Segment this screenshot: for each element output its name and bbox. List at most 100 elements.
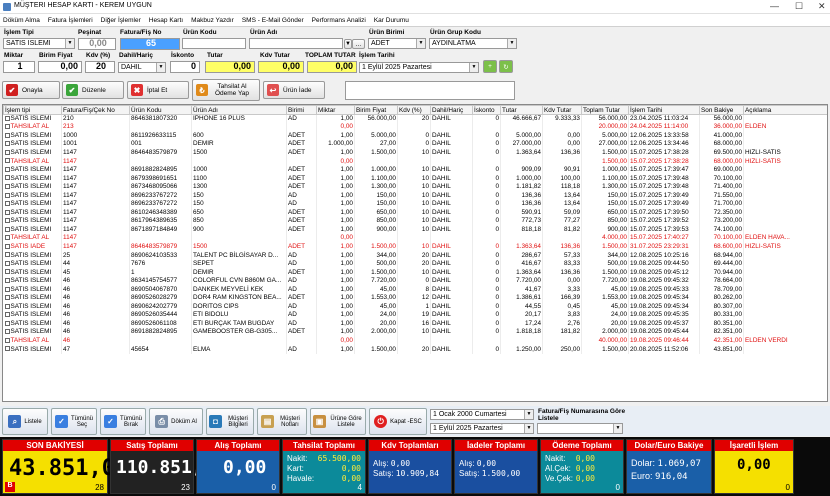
column-header[interactable]: Birimi	[286, 105, 317, 115]
urun-grup-select[interactable]: AYDINLATMA ▼	[429, 38, 517, 49]
table-row[interactable]: TAHSILAT AL 213 0,00 20.000,00 24.04.2025 11…	[3, 123, 827, 132]
transactions-table[interactable]: İşlem tipi Fatura/Fiş/Çek No Ürün Kodu Ürün…	[2, 104, 828, 402]
tumunu-sec-button[interactable]: ✓ Tümünü Seç	[51, 408, 97, 435]
onayla-button[interactable]: ✔ Onayla	[2, 81, 60, 99]
table-row[interactable]: TAHSILAT AL 1147 0,00 1.500,00 15.07.2025 17…	[3, 157, 827, 166]
table-row[interactable]: SATIS ISLEMI 1147 8646483579879 1500 ADET 1,0…	[3, 148, 827, 158]
column-header[interactable]: İşlem Tarihi	[628, 105, 700, 115]
menu-makbuz-yazdir[interactable]: Makbuz Yazdır	[191, 17, 234, 24]
row-checkbox[interactable]	[4, 277, 10, 283]
menu-fatura-islemleri[interactable]: Fatura İşlemleri	[48, 17, 93, 24]
row-checkbox[interactable]	[4, 337, 10, 343]
row-checkbox[interactable]	[4, 201, 10, 207]
table-row[interactable]: SATIS ISLEMI 1147 8617964389635 850 ADET 1,00…	[3, 217, 827, 226]
islem-tarihi-picker[interactable]: 1 Eylül 2025 Pazartesi ▼	[359, 62, 479, 73]
row-checkbox[interactable]	[4, 252, 10, 258]
tumunu-birak-button[interactable]: ✓ Tümünü Bırak	[100, 408, 146, 435]
fatura-no-input[interactable]: 65	[120, 38, 180, 50]
dahil-select[interactable]: DAHIL ▼	[118, 62, 166, 73]
menu-performans[interactable]: Performans Analizi	[312, 17, 366, 24]
table-row[interactable]: SATIS ISLEMI 1147 8610246348389 650 ADET 1,00…	[3, 208, 827, 218]
menu-dokum-alma[interactable]: Döküm Alma	[3, 17, 40, 24]
table-row[interactable]: SATIS ISLEMI 46 8634145754577 COLORFUL CVN …	[3, 276, 827, 286]
column-header[interactable]: Açıklama	[743, 105, 827, 115]
row-checkbox[interactable]	[4, 226, 10, 232]
row-checkbox[interactable]	[4, 303, 10, 309]
menu-diger-islemler[interactable]: Diğer İşlemler	[101, 17, 141, 24]
table-row[interactable]: SATIS ISLEMI 1001 001 DEMIR ADET 1.000,00 27,0…	[3, 140, 827, 149]
duzenle-button[interactable]: ✔ Düzenle	[62, 81, 124, 99]
notes-field[interactable]	[345, 81, 515, 100]
row-checkbox[interactable]	[4, 166, 10, 172]
maximize-icon[interactable]: ☐	[795, 1, 803, 12]
table-row[interactable]: SATIS ISLEMI 46 8690624202779 DORITOS CİPS A…	[3, 302, 827, 312]
column-header[interactable]: Son Bakiye	[699, 105, 744, 115]
column-header[interactable]: Dahil/Hariç	[430, 105, 473, 115]
table-row[interactable]: SATIS ISLEMI 46 8690526035444 ETİ BİDOLU AD 1…	[3, 311, 827, 320]
row-checkbox[interactable]	[4, 158, 10, 164]
table-row[interactable]: SATIS ISLEMI 46 8690526028279 DOR4 RAM KİNG…	[3, 293, 827, 303]
add-icon[interactable]: +	[483, 60, 497, 73]
miktar-input[interactable]: 1	[3, 61, 35, 73]
table-row[interactable]: SATIS ISLEMI 210 8646381807320 IPHONE 16 PL…	[3, 114, 827, 124]
column-header[interactable]: İskonto	[472, 105, 501, 115]
table-row[interactable]: SATIS ISLEMI 1147 8691882824895 1000 ADET 1,0…	[3, 165, 827, 175]
row-checkbox[interactable]	[4, 115, 10, 121]
musteri-bilgileri-button[interactable]: ◘ Müşteri Bilgileri	[206, 408, 254, 435]
table-row[interactable]: SATIS ISLEMI 46 8690526061108 ETİ BURÇAK TA…	[3, 319, 827, 329]
menu-kar-durumu[interactable]: Kar Durumu	[374, 17, 409, 24]
row-checkbox[interactable]	[4, 260, 10, 266]
column-header[interactable]: İşlem tipi	[3, 105, 62, 115]
fatura-gore-select[interactable]: ▼	[537, 423, 623, 434]
row-checkbox[interactable]	[4, 218, 10, 224]
urun-kodu-input[interactable]	[182, 38, 246, 49]
table-row[interactable]: SATIS ISLEMI 1000 8611926633115 600 ADET 1,00…	[3, 131, 827, 141]
urun-adi-input[interactable]	[249, 38, 343, 49]
row-checkbox[interactable]	[4, 183, 10, 189]
column-header[interactable]: Kdv (%)	[397, 105, 431, 115]
end-date-picker[interactable]: 1 Eylül 2025 Pazartesi ▼	[430, 423, 534, 434]
dokum-al-button[interactable]: ⎙ Döküm Al	[149, 408, 203, 435]
urun-birimi-select[interactable]: ADET ▼	[368, 38, 426, 49]
row-checkbox[interactable]	[4, 149, 10, 155]
column-header[interactable]: Kdv Tutar	[542, 105, 582, 115]
table-row[interactable]: SATIS ISLEMI 25 8690624103533 TALENT PC BİL…	[3, 251, 827, 260]
table-row[interactable]: SATIS ISLEMI 1147 8696233767272 150 AD 1,00 15…	[3, 199, 827, 209]
table-row[interactable]: SATIS ISLEMI 45 1 DEMIR ADET 1,00 1.500,00 10 DA…	[3, 268, 827, 277]
column-header[interactable]: Toplam Tutar	[581, 105, 629, 115]
close-icon[interactable]: ✕	[818, 1, 826, 12]
column-header[interactable]: Ürün Kodu	[129, 105, 192, 115]
row-checkbox[interactable]	[4, 132, 10, 138]
column-header[interactable]: Ürün Adı	[191, 105, 287, 115]
urun-iade-button[interactable]: ↩ Ürün İade	[263, 81, 325, 99]
table-row[interactable]: SATIS ISLEMI 47 45654 ELMA AD 1,00 1.500,00 20 D…	[3, 345, 827, 354]
table-row[interactable]: SATIS ISLEMI 1147 8671897184849 900 ADET 1,00…	[3, 225, 827, 235]
kapat-button[interactable]: ⏻ Kapat -ESC	[369, 408, 427, 435]
browse-button[interactable]: ...	[352, 39, 365, 49]
start-date-picker[interactable]: 1 Ocak 2000 Cumartesi ▼	[430, 409, 534, 420]
column-header[interactable]: Miktar	[316, 105, 355, 115]
column-header[interactable]: Birim Fiyat	[354, 105, 398, 115]
column-header[interactable]: Fatura/Fiş/Çek No	[61, 105, 130, 115]
refresh-icon[interactable]: ↻	[499, 60, 513, 73]
row-checkbox[interactable]	[4, 192, 10, 198]
row-checkbox[interactable]	[4, 295, 10, 301]
row-checkbox[interactable]	[4, 124, 10, 130]
row-checkbox[interactable]	[4, 243, 10, 249]
row-checkbox[interactable]	[4, 269, 10, 275]
table-row[interactable]: TAHSILAT AL 1147 0,00 4.000,00 15.07.2025 17…	[3, 234, 827, 243]
row-checkbox[interactable]	[4, 141, 10, 147]
listele-button[interactable]: ⌕ Listele	[2, 408, 48, 435]
musteri-notlari-button[interactable]: ▤ Müşteri Notları	[257, 408, 307, 435]
tahsilat-button[interactable]: ₺ Tahsilat Al Ödeme Yap	[192, 79, 260, 101]
table-row[interactable]: SATIS ISLEMI 46 8691882824895 GAMEBOOSTER G…	[3, 328, 827, 337]
kdv-input[interactable]: 20	[85, 61, 115, 73]
minimize-icon[interactable]: —	[770, 1, 779, 11]
row-checkbox[interactable]	[4, 329, 10, 335]
column-header[interactable]: Tutar	[500, 105, 543, 115]
islem-tipi-select[interactable]: SATIS ISLEMI ▼	[3, 38, 75, 49]
menu-sms-email[interactable]: SMS - E-Mail Gönder	[242, 17, 304, 24]
row-checkbox[interactable]	[4, 235, 10, 241]
urune-gore-button[interactable]: ▣ Ürüne Göre Listele	[310, 408, 366, 435]
table-row[interactable]: SATIS IADE 1147 8646483579879 1500 ADET 1,00 1…	[3, 242, 827, 252]
